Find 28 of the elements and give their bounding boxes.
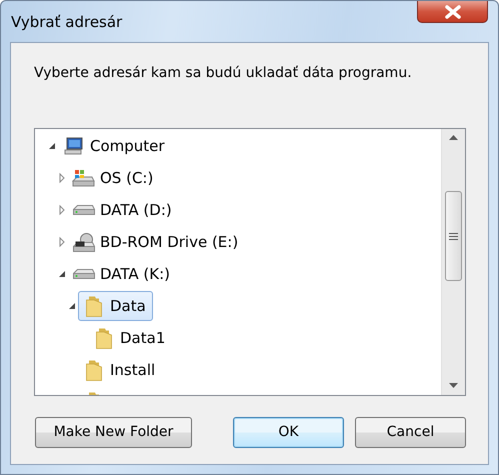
drive-icon [72,169,95,187]
window-title: Vybrať adresár [11,12,122,33]
tree-item[interactable]: Install [78,355,162,385]
close-icon [444,4,462,18]
scroll-down-icon[interactable] [449,383,458,389]
drive-icon [72,269,94,279]
instruction-text: Vyberte adresár kam sa budú ukladať dáta programu. [34,64,413,83]
tree-item[interactable]: DATA (D:) [68,195,179,225]
scroll-up-icon[interactable] [449,135,458,141]
folder-icon [86,296,102,316]
dialog-button[interactable]: Cancel [355,417,466,448]
scrollbar[interactable] [441,129,465,395]
optical-drive-icon [72,232,94,252]
dialog-button[interactable]: Make New Folder [35,417,192,448]
dialog-button[interactable]: OK [233,417,344,448]
grip-icon [449,232,458,240]
computer-icon [64,137,83,155]
close-button[interactable] [417,1,488,23]
folder-icon [96,328,112,348]
tree-item[interactable]: OS (C:) [68,163,160,193]
drive-icon [72,205,94,215]
tree-item[interactable]: Data1 [88,323,172,353]
tree-item[interactable]: DATA (K:) [68,259,178,289]
tree-item[interactable]: Data [78,291,153,321]
folder-icon [86,360,102,380]
tree-item[interactable]: Computer [58,131,172,161]
tree-item[interactable]: BD-ROM Drive (E:) [68,227,246,257]
scroll-thumb[interactable] [445,191,462,281]
